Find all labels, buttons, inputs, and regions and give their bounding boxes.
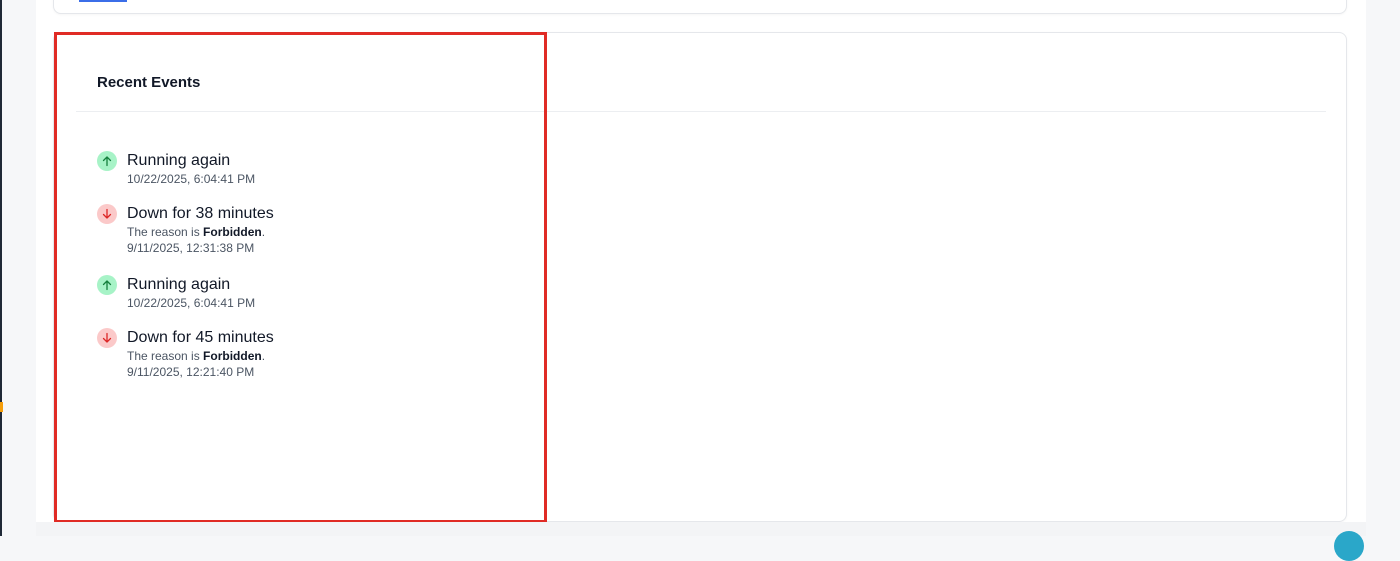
event-reason: The reason is Forbidden. — [127, 348, 274, 364]
event-body: Down for 38 minutes The reason is Forbid… — [127, 204, 274, 256]
event-title: Running again — [127, 276, 231, 293]
reason-prefix: The reason is — [127, 225, 200, 239]
reason-suffix: . — [261, 225, 266, 239]
event-title: Down for 38 minutes — [127, 205, 274, 222]
arrow-up-icon — [97, 275, 117, 295]
arrow-down-icon — [97, 204, 117, 224]
left-rail-marker — [0, 402, 3, 412]
event-timestamp: 9/11/2025, 12:31:38 PM — [127, 241, 255, 255]
event-body: Running again 10/22/2025, 6:04:41 PM — [127, 151, 255, 187]
event-timestamp: 10/22/2025, 6:04:41 PM — [127, 172, 256, 186]
card-divider — [76, 111, 1326, 112]
event-body: Running again 10/22/2025, 6:04:41 PM — [127, 275, 255, 311]
top-card — [53, 0, 1347, 14]
left-rail — [0, 0, 2, 536]
card-title: Recent Events — [97, 74, 201, 91]
recent-events-card: Recent Events Running again 10/22/2025, … — [53, 32, 1347, 522]
bottom-strip — [36, 522, 1366, 536]
reason-suffix: . — [261, 349, 266, 363]
event-timestamp: 9/11/2025, 12:21:40 PM — [127, 365, 255, 379]
event-title: Down for 45 minutes — [127, 329, 274, 346]
event-body: Down for 45 minutes The reason is Forbid… — [127, 328, 274, 380]
arrow-up-icon — [97, 151, 117, 171]
reason-prefix: The reason is — [127, 349, 200, 363]
event-timestamp: 10/22/2025, 6:04:41 PM — [127, 296, 256, 310]
reason-value: Forbidden — [203, 349, 262, 363]
arrow-down-icon — [97, 328, 117, 348]
active-tab-indicator — [79, 0, 127, 2]
event-title: Running again — [127, 152, 231, 169]
reason-value: Forbidden — [203, 225, 262, 239]
event-reason: The reason is Forbidden. — [127, 224, 274, 240]
